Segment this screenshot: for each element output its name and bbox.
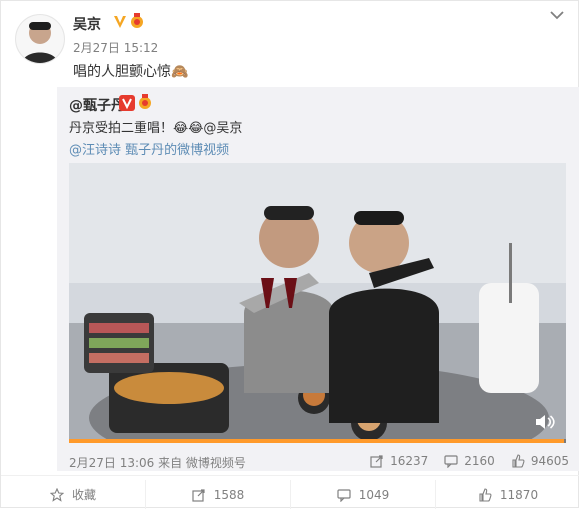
share-icon (192, 488, 205, 502)
thumbs-up-icon (512, 454, 525, 468)
avatar-image (16, 15, 64, 63)
repost-share-count: 16237 (390, 454, 429, 468)
comment-icon (444, 455, 458, 468)
like-count: 11870 (499, 487, 539, 502)
comment-button[interactable]: 1049 (291, 480, 436, 509)
volume-icon[interactable] (534, 413, 556, 431)
verified-v-icon (114, 16, 126, 28)
video-frame (69, 163, 566, 443)
share-icon (370, 455, 383, 468)
weibo-post-card: 吴京 2月27日 15:12 唱的人胆颤心惊🙈 @甄子丹 丹京受拍二重唱！😂😂@… (0, 0, 579, 509)
repost-stats: 16237 2160 94605 (370, 454, 569, 468)
favorite-label: 收藏 (71, 488, 96, 502)
like-button[interactable]: 11870 (436, 480, 579, 509)
thumbs-up-icon (479, 487, 492, 502)
repost-comment-stat[interactable]: 2160 (444, 454, 495, 468)
video-progress-bar[interactable] (69, 439, 566, 443)
repost-count: 1588 (213, 487, 245, 502)
repost-author[interactable]: @甄子丹 (69, 95, 125, 115)
author-name[interactable]: 吴京 (73, 14, 101, 34)
video-player[interactable] (69, 163, 566, 443)
comment-icon (337, 488, 351, 502)
repost-meta[interactable]: 2月27日 13:06 来自 微博视频号 (69, 454, 246, 471)
repost-comment-count: 2160 (464, 454, 495, 468)
favorite-button[interactable]: 收藏 (1, 480, 146, 509)
repost-like-stat[interactable]: 94605 (511, 454, 569, 468)
medal-icon[interactable] (129, 13, 145, 29)
chevron-down-icon[interactable] (550, 10, 564, 20)
medal-icon[interactable] (137, 94, 153, 110)
repost-text: 丹京受拍二重唱！😂😂@吴京 (69, 121, 243, 136)
video-progress-fill (69, 439, 564, 443)
verified-v-red-icon (119, 95, 135, 111)
repost-button[interactable]: 1588 (146, 480, 291, 509)
repost-share-stat[interactable]: 16237 (370, 454, 428, 468)
star-icon (49, 487, 64, 502)
post-text: 唱的人胆颤心惊🙈 (73, 64, 189, 80)
post-time[interactable]: 2月27日 15:12 (73, 39, 158, 56)
post-actions-bar: 收藏 1588 1049 11870 (1, 480, 579, 509)
repost-box: @甄子丹 丹京受拍二重唱！😂😂@吴京 @汪诗诗 甄子丹的微博视频 2月27日 1… (57, 87, 579, 471)
actions-divider (1, 475, 579, 476)
repost-like-count: 94605 (530, 454, 569, 468)
repost-links[interactable]: @汪诗诗 甄子丹的微博视频 (69, 139, 229, 158)
author-avatar[interactable] (15, 14, 65, 64)
comment-count: 1049 (358, 487, 390, 502)
